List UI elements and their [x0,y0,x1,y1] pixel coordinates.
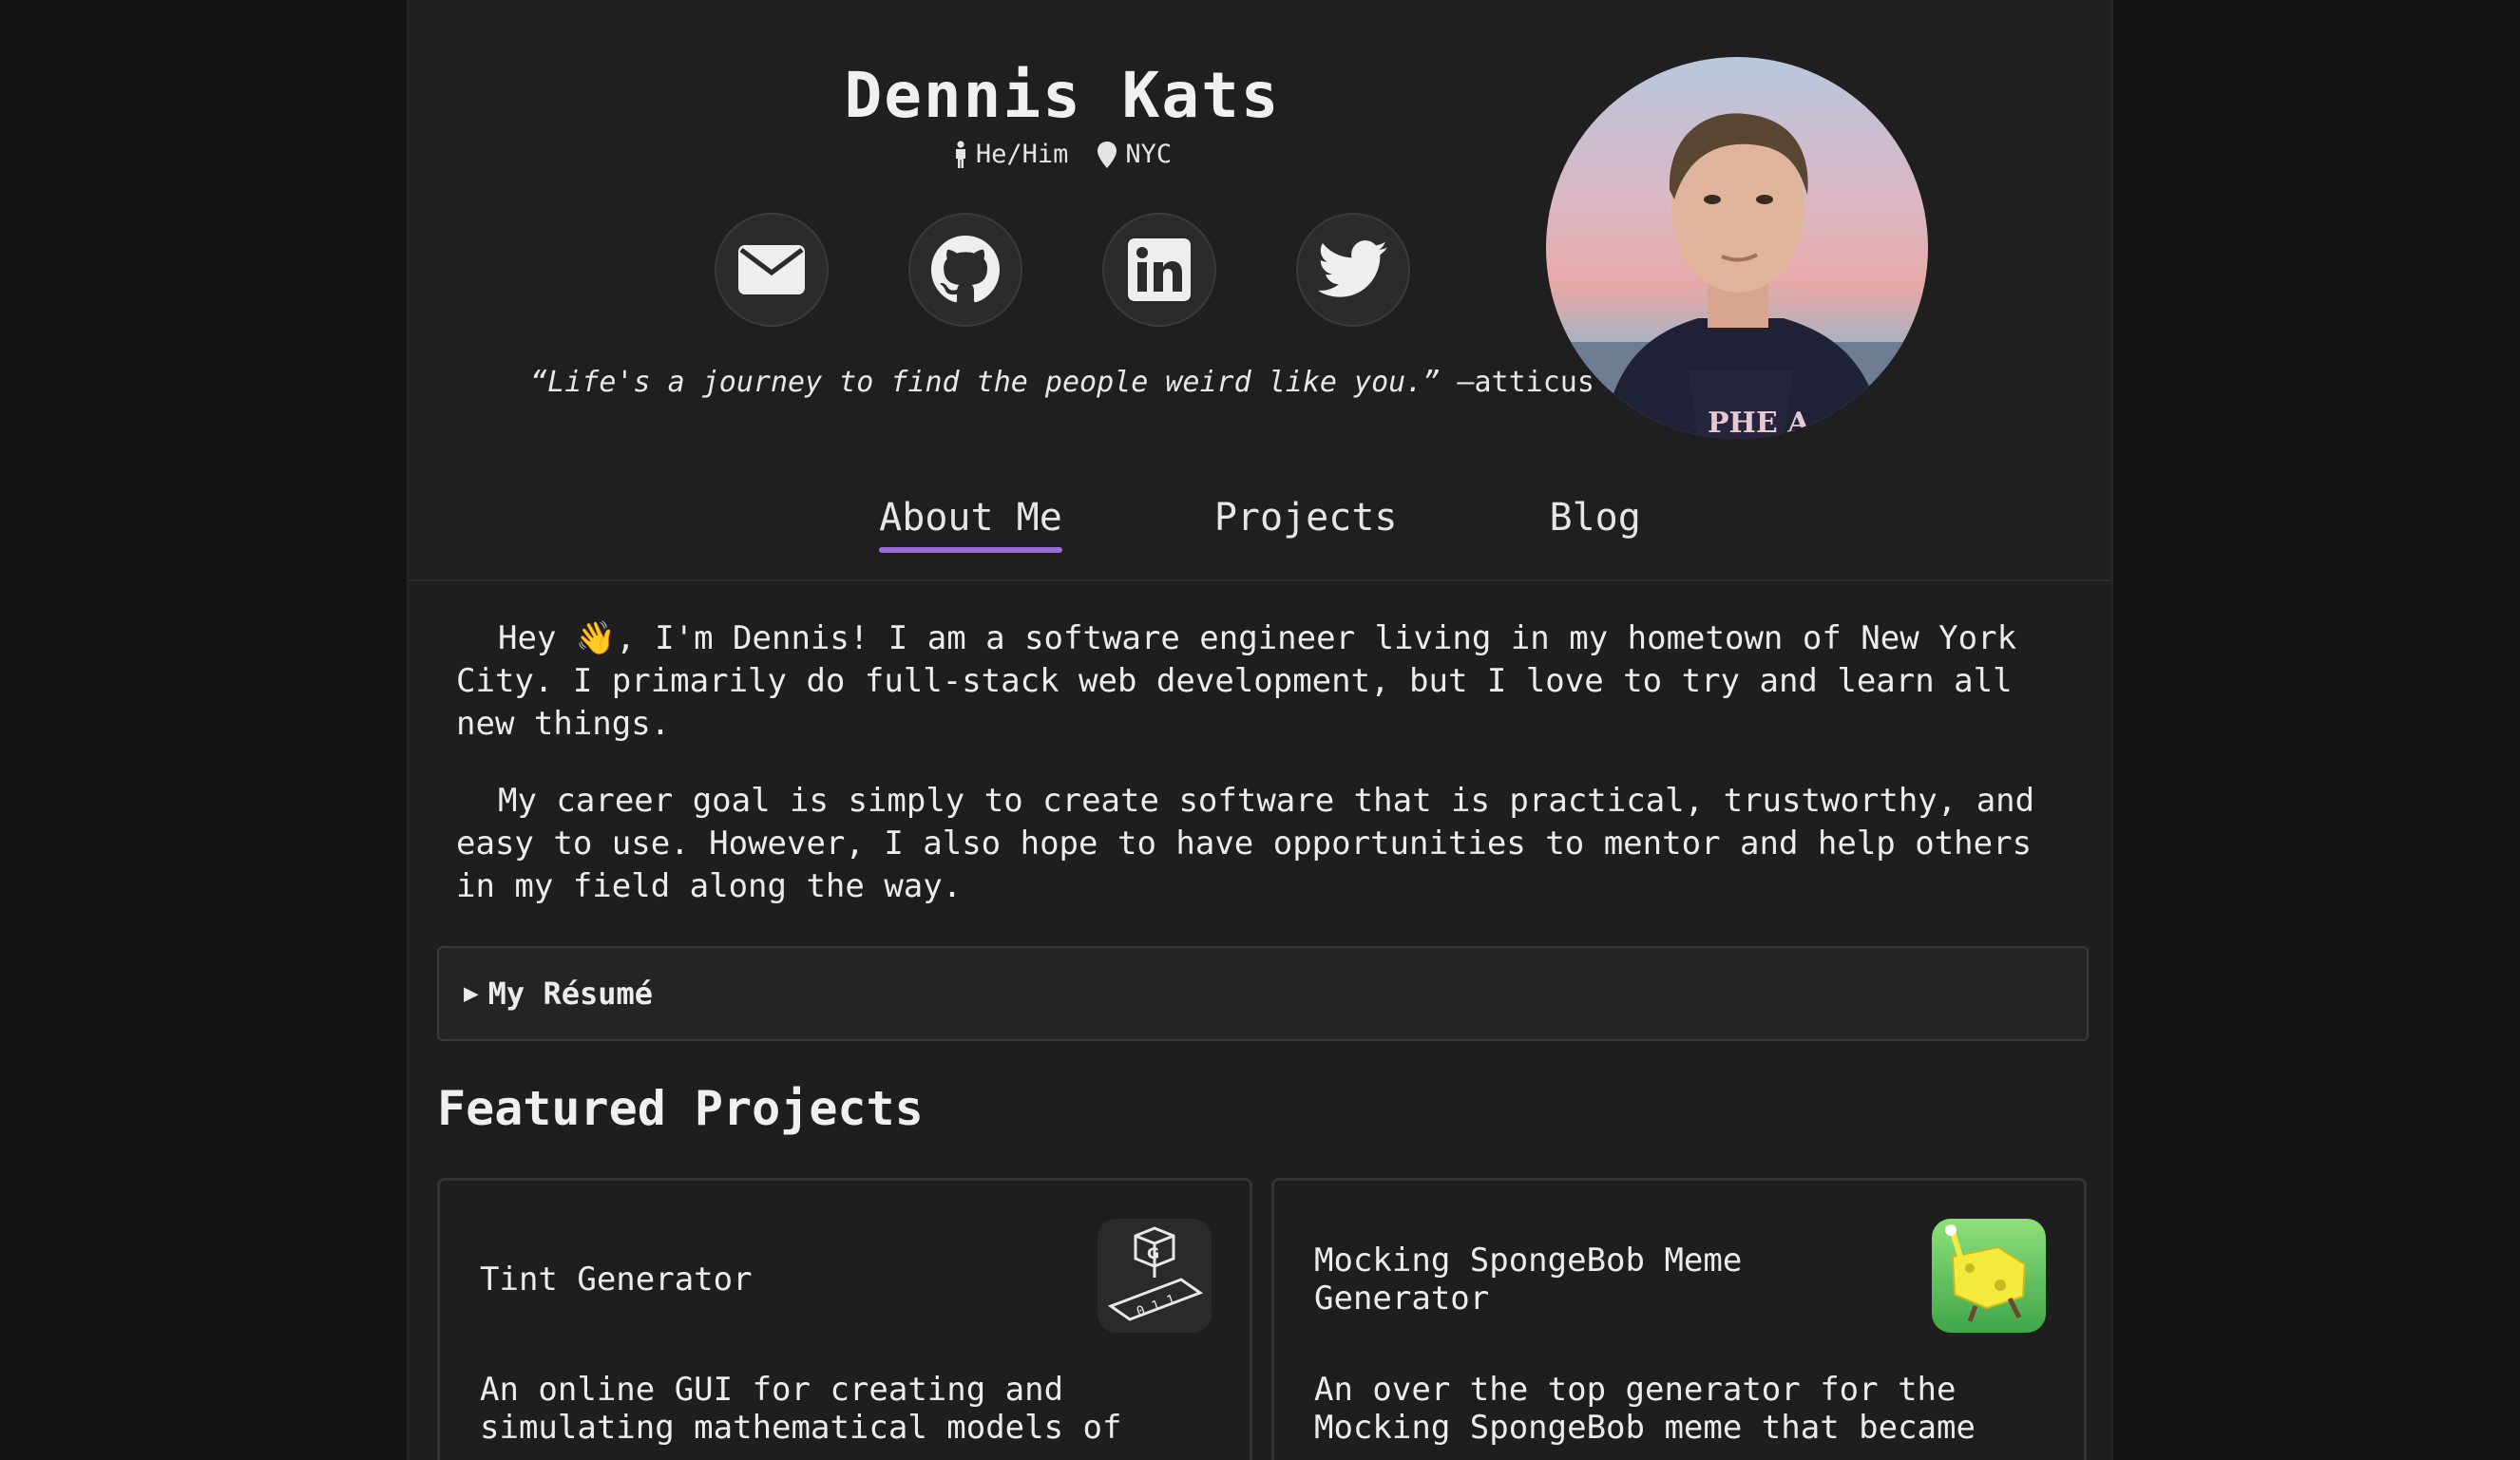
location: NYC [1097,140,1172,169]
tab-about-me[interactable]: About Me [879,496,1062,553]
project-description: An over the top generator for the Mockin… [1314,1371,1976,1447]
tab-projects[interactable]: Projects [1214,496,1398,553]
location-text: NYC [1125,140,1173,169]
project-title: Tint Generator [480,1261,753,1299]
featured-projects-heading: Featured Projects [437,1081,924,1136]
github-link[interactable] [908,213,1022,327]
tab-blog[interactable]: Blog [1549,496,1640,553]
twitter-link[interactable] [1296,213,1410,327]
tint-generator-icon: G 0 1 1 [1098,1219,1212,1333]
about-content: Hey 👋, I'm Dennis! I am a software engin… [456,617,2062,942]
map-pin-icon [1098,141,1117,168]
about-paragraph-2: My career goal is simply to create softw… [456,782,2035,905]
quote-text: “Life's a journey to find the people wei… [530,366,1441,399]
avatar: PHE A [1546,57,1928,439]
pronouns: He/Him [953,140,1069,169]
triangle-right-icon: ▶ [464,979,479,1008]
about-paragraph-1: Hey 👋, I'm Dennis! I am a software engin… [456,619,2017,743]
resume-label: My Résumé [487,976,654,1012]
profile-quote: “Life's a journey to find the people wei… [409,365,1716,401]
github-icon [931,236,1000,303]
profile-meta: He/Him NYC [409,140,1716,169]
linkedin-icon [1128,238,1191,301]
project-card-spongebob-generator[interactable]: Mocking SpongeBob Meme Generator An over… [1271,1178,2087,1460]
profile-header: Dennis Kats He/Him NYC “Life's a journey… [409,0,2111,581]
svg-text:G: G [1147,1244,1159,1262]
profile-name: Dennis Kats [844,59,1281,132]
page-container: Dennis Kats He/Him NYC “Life's a journey… [407,0,2113,1460]
social-links [409,213,1716,327]
spongebob-icon [1932,1219,2046,1333]
pronouns-text: He/Him [975,140,1069,169]
linkedin-link[interactable] [1102,213,1216,327]
envelope-icon [738,245,805,294]
resume-toggle[interactable]: ▶ My Résumé [437,946,2089,1041]
project-description: An online GUI for creating and simulatin… [480,1371,1122,1447]
svg-text:PHE A: PHE A [1708,407,1810,439]
project-title: Mocking SpongeBob Meme Generator [1314,1242,1743,1318]
main-tabs: About Me Projects Blog [409,496,2111,553]
twitter-icon [1318,240,1387,297]
person-icon [955,140,965,168]
avatar-photo: PHE A [1546,57,1928,439]
email-link[interactable] [715,213,829,327]
quote-author: —atticus [1457,366,1594,399]
project-card-tint-generator[interactable]: Tint Generator G 0 1 1 An online GUI for… [437,1178,1252,1460]
